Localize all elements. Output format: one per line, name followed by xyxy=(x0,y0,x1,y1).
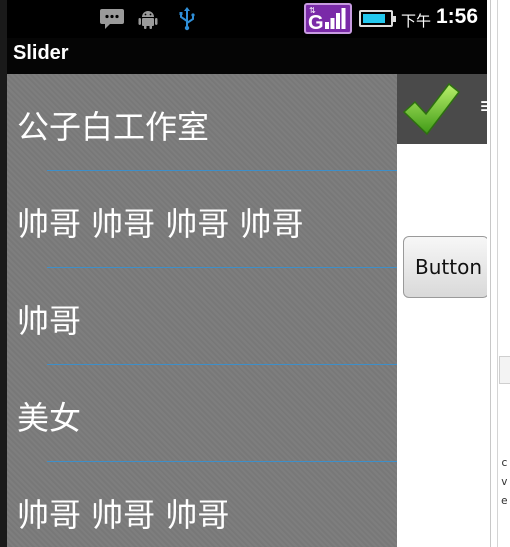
status-time: 1:56 xyxy=(436,5,479,28)
gutter-tab[interactable] xyxy=(499,356,510,384)
signal-g-icon: G ⇅ xyxy=(304,3,352,34)
svg-text:⇅: ⇅ xyxy=(309,6,316,15)
window-left-edge xyxy=(0,0,7,547)
list-item-label: 美女 xyxy=(17,399,82,437)
list-item-label: 公子白工作室 xyxy=(17,108,210,146)
usb-icon xyxy=(177,7,197,31)
app-title: Slider xyxy=(13,42,69,64)
list-item[interactable]: 帅哥 帅哥 帅哥 帅哥 xyxy=(7,171,397,268)
gutter-letter: v xyxy=(501,475,508,488)
list-item[interactable]: 帅哥 xyxy=(7,268,397,365)
list-item-label: 帅哥 帅哥 帅哥 帅哥 xyxy=(17,205,304,243)
content-header[interactable]: ≡ xyxy=(397,74,487,144)
signal-letter: G xyxy=(308,12,324,32)
phone-screen: G ⇅ 下午 1:56 Slider Button 公子白工作室 帅哥 帅哥 帅… xyxy=(7,0,487,547)
slider-list[interactable]: 公子白工作室 帅哥 帅哥 帅哥 帅哥 帅哥 美女 帅哥 帅哥 帅哥 xyxy=(7,74,397,547)
list-item-label: 帅哥 xyxy=(17,302,82,340)
content-button[interactable]: Button xyxy=(403,236,487,298)
list-item[interactable]: 帅哥 帅哥 帅哥 xyxy=(7,462,397,547)
android-debug-icon xyxy=(137,8,159,30)
gutter-divider xyxy=(497,0,498,547)
checkmark-icon xyxy=(402,82,461,136)
title-bar: Slider xyxy=(7,38,487,74)
header-text-peek: ≡ xyxy=(479,94,487,118)
battery-level-fill xyxy=(363,14,385,23)
gutter-letter: c xyxy=(501,456,508,469)
gutter-letter: e xyxy=(501,494,508,507)
list-item-label: 帅哥 帅哥 帅哥 xyxy=(17,496,230,534)
list-item[interactable]: 公子白工作室 xyxy=(7,74,397,171)
battery-nub xyxy=(393,16,396,22)
gutter-divider xyxy=(490,0,491,547)
status-ampm: 下午 xyxy=(401,12,432,30)
content-panel: ≡ Button xyxy=(397,74,487,547)
message-icon xyxy=(99,8,125,30)
battery-icon xyxy=(359,10,396,27)
list-item[interactable]: 美女 xyxy=(7,365,397,462)
status-bar: G ⇅ 下午 1:56 xyxy=(7,0,487,38)
